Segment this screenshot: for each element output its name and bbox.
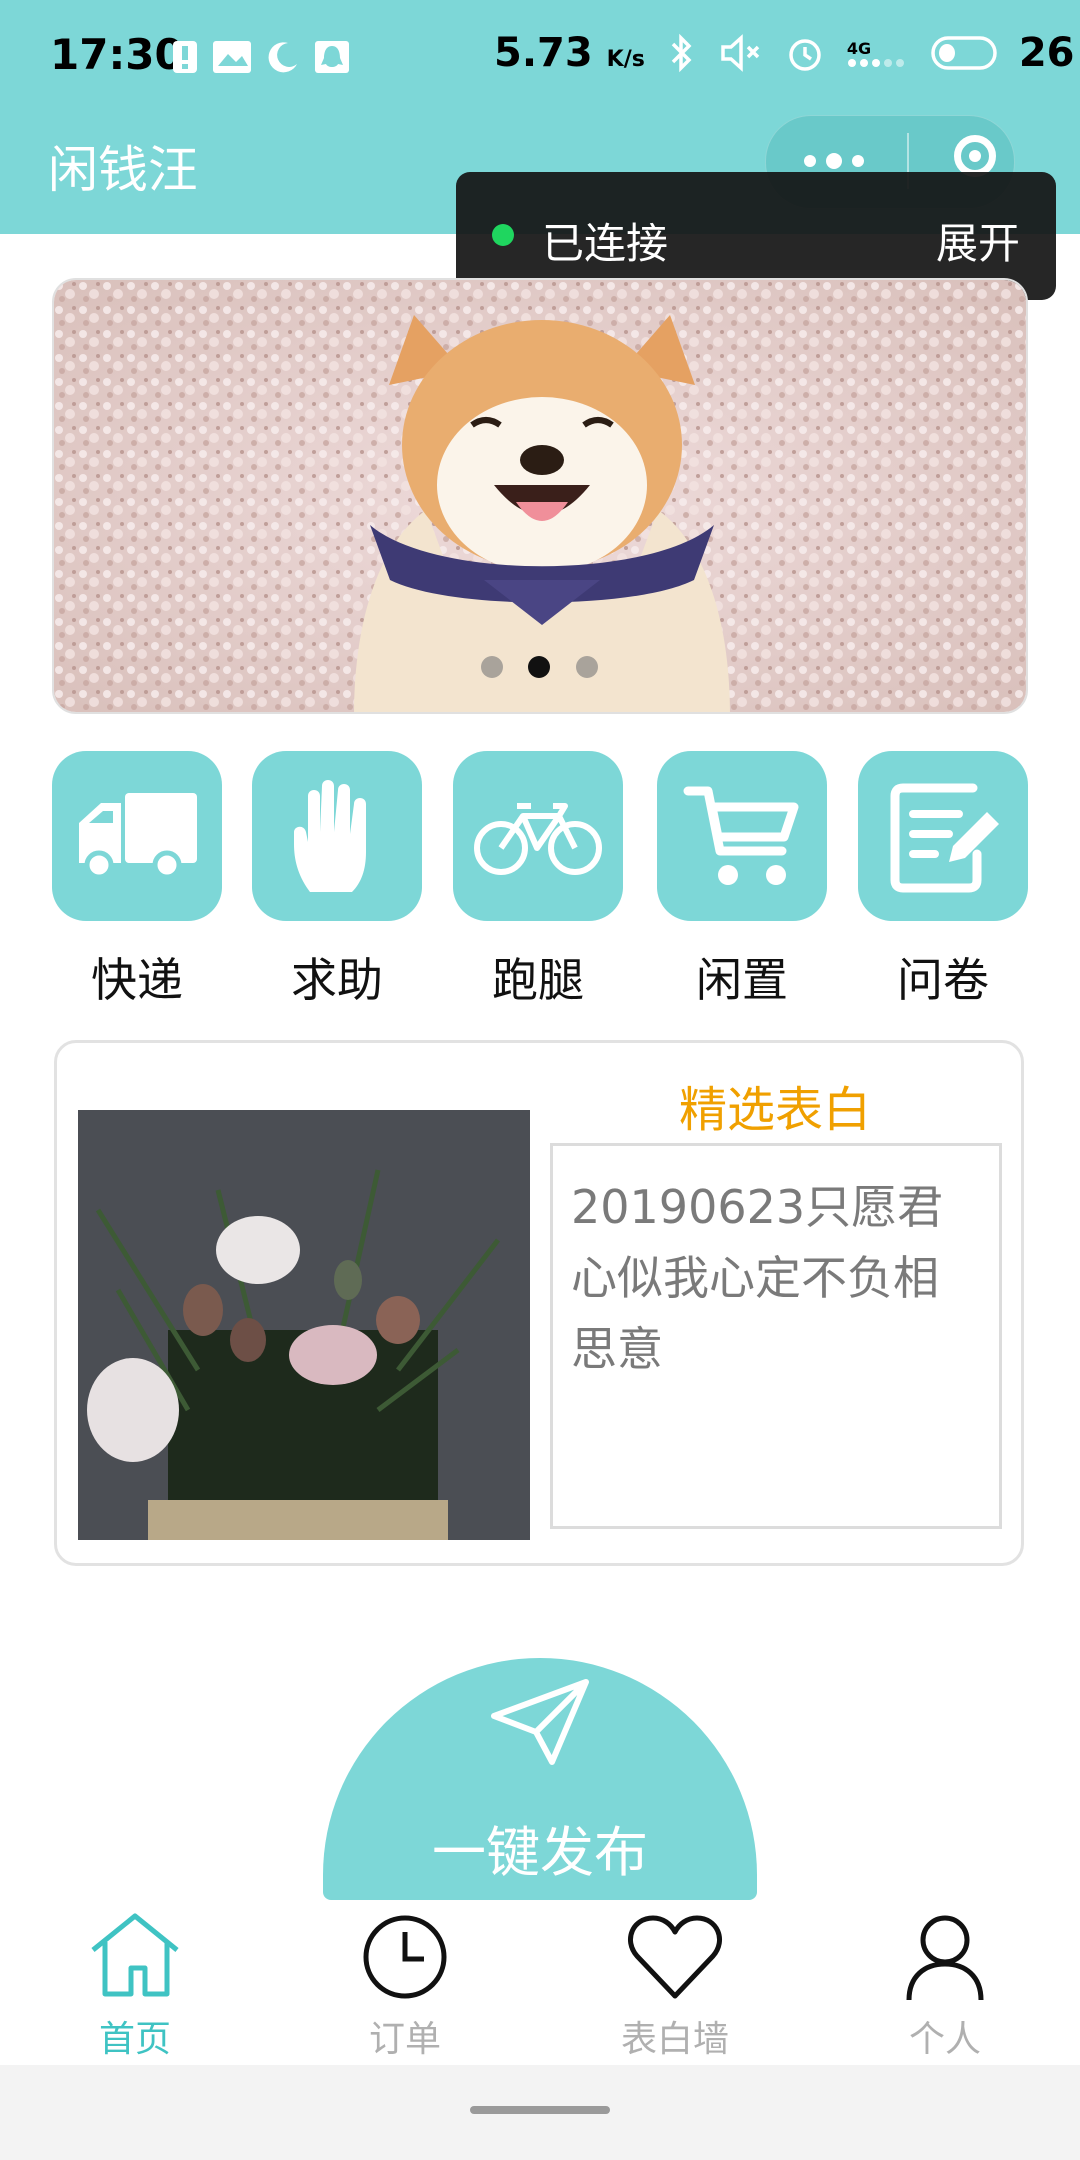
- tab-label-orders: 订单: [368, 2019, 441, 2060]
- battery-level: 26: [1018, 30, 1075, 76]
- flower-bouquet-image: [78, 1110, 530, 1540]
- bicycle-icon: [474, 803, 602, 875]
- alarm-icon: [789, 39, 821, 71]
- battery-icon: [931, 36, 997, 70]
- qq-icon: [315, 41, 349, 73]
- edit-note-icon: [890, 783, 999, 893]
- category-button-help[interactable]: [252, 751, 422, 921]
- person-icon: [906, 1915, 984, 2001]
- tab-label-profile: 个人: [908, 2019, 981, 2060]
- connection-status: 已连接: [542, 219, 669, 268]
- home-indicator[interactable]: [470, 2106, 610, 2114]
- connected-dot-icon: [492, 224, 514, 246]
- mute-icon: [721, 34, 760, 72]
- close-target-icon[interactable]: [954, 135, 996, 177]
- category-label-secondhand: 闲置: [696, 953, 788, 1007]
- banner-carousel[interactable]: [52, 278, 1028, 714]
- tab-label-home: 首页: [98, 2019, 171, 2060]
- alert-icon: [173, 41, 197, 73]
- category-label-errand: 跑腿: [492, 953, 584, 1007]
- network-speed-unit: K/s: [606, 47, 645, 72]
- cart-icon: [683, 786, 799, 885]
- category-button-secondhand[interactable]: [657, 751, 827, 921]
- status-time: 17:30: [50, 30, 184, 79]
- category-label-help: 求助: [291, 953, 383, 1007]
- category-button-express[interactable]: [52, 751, 222, 921]
- more-dots-icon[interactable]: [804, 153, 864, 169]
- app-title: 闲钱汪: [48, 141, 198, 199]
- network-speed: 5.73 K/s: [494, 30, 645, 76]
- category-button-survey[interactable]: [858, 751, 1028, 921]
- home-icon: [91, 1913, 179, 1997]
- signal-dots-icon: [847, 58, 904, 67]
- carousel-dot-1[interactable]: [481, 656, 503, 678]
- featured-photo: [78, 1110, 530, 1540]
- expand-button[interactable]: 展开: [936, 210, 1020, 271]
- signal-label: 4G: [846, 38, 872, 58]
- paper-plane-icon: [491, 1679, 589, 1765]
- category-button-errand[interactable]: [453, 751, 623, 921]
- publish-label: 一键发布: [432, 1821, 648, 1884]
- status-right-cluster: 5.73 K/s 4G 26: [494, 30, 1075, 76]
- signal-indicator: 4G: [847, 39, 909, 68]
- status-notification-icons: [172, 40, 350, 74]
- featured-message: 20190623只愿君心似我心定不负相思意: [550, 1143, 1002, 1529]
- carousel-dot-3[interactable]: [576, 656, 598, 678]
- hand-icon: [294, 780, 366, 892]
- banner-image: [54, 280, 1026, 712]
- heart-icon: [627, 1915, 723, 1999]
- category-label-survey: 问卷: [897, 953, 989, 1007]
- bluetooth-icon: [671, 33, 692, 73]
- picture-icon: [213, 41, 251, 73]
- featured-heading: 精选表白: [678, 1082, 871, 1138]
- clock-icon: [363, 1915, 447, 1999]
- moon-icon: [268, 42, 297, 73]
- carousel-dot-2-active[interactable]: [528, 656, 550, 678]
- category-label-express: 快递: [91, 953, 183, 1007]
- tab-label-confession-wall: 表白墙: [620, 2019, 729, 2060]
- truck-icon: [79, 793, 197, 879]
